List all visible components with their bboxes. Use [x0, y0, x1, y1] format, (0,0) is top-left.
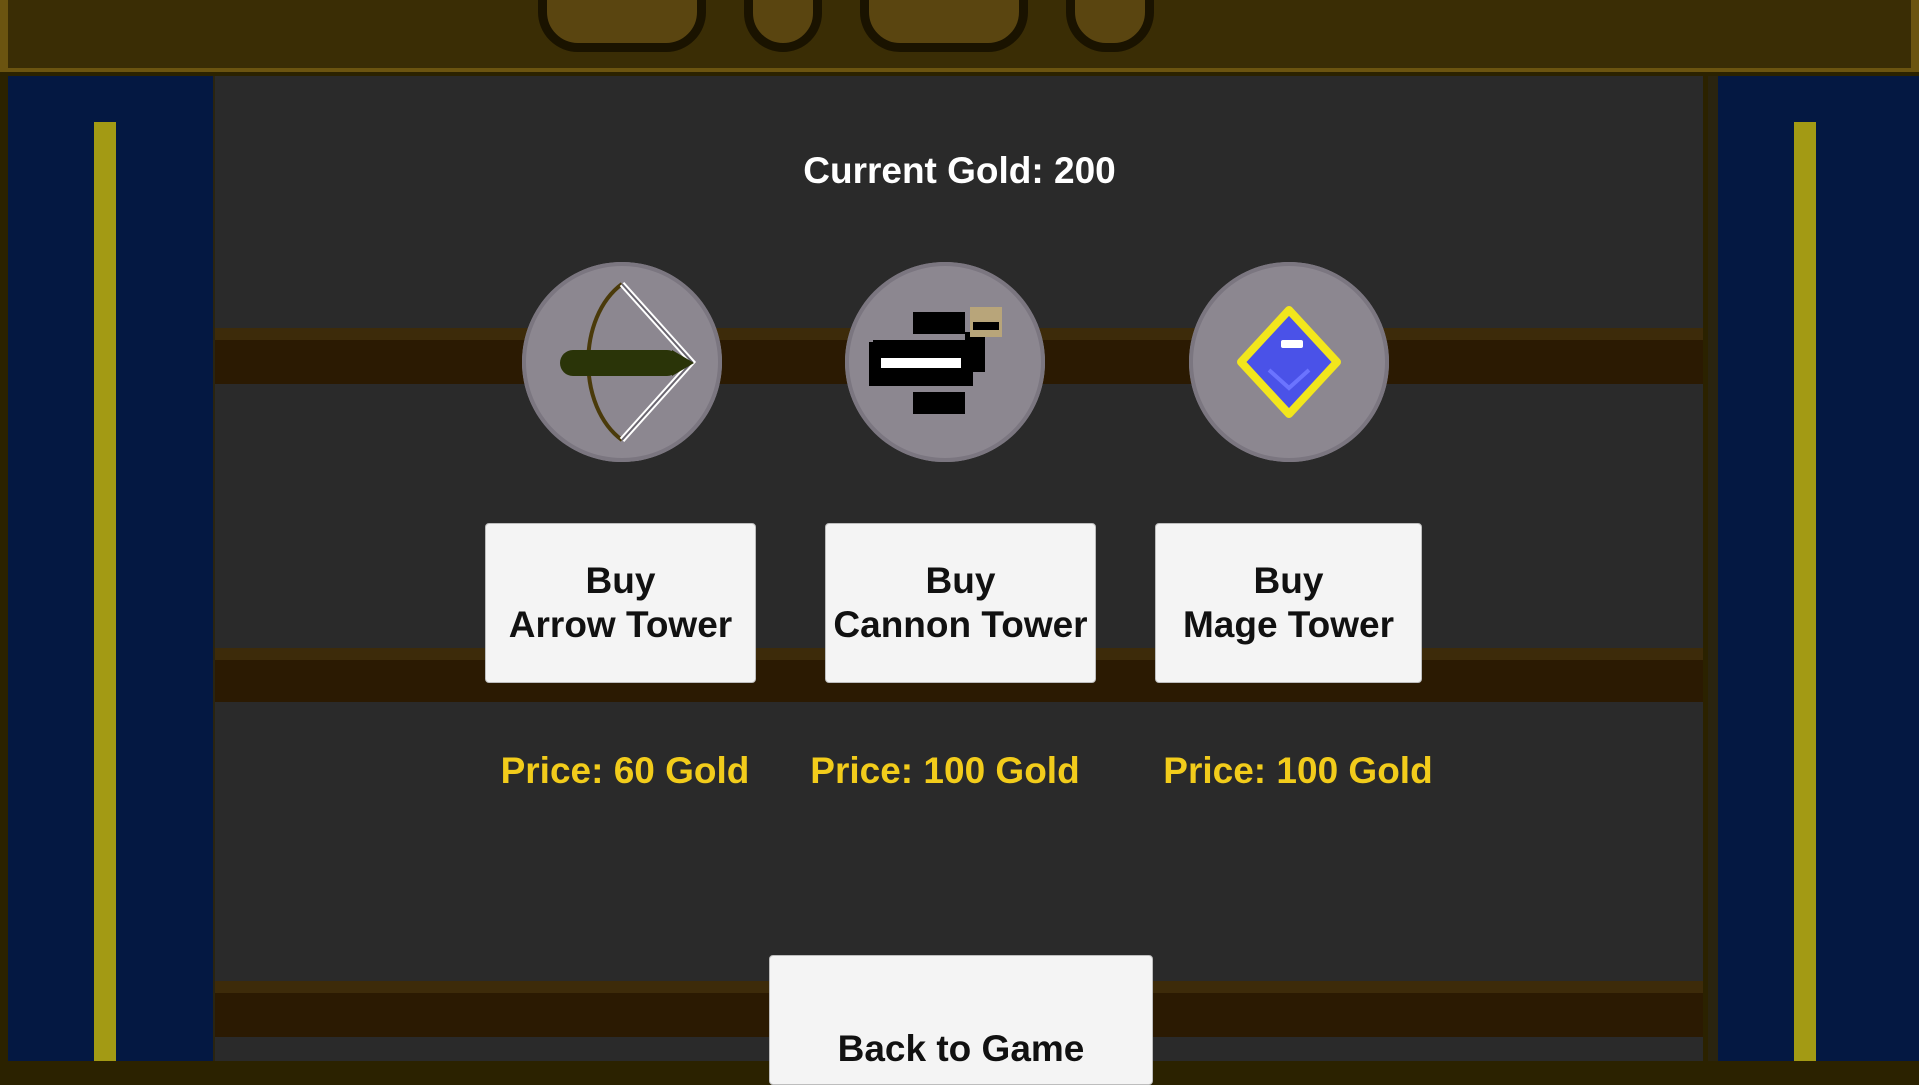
shop-title-letters: [538, 0, 1298, 52]
blue-gem-icon: [1189, 262, 1389, 462]
left-banner-pole: [94, 122, 116, 1061]
bow-arrow-icon: [522, 262, 722, 462]
buy-arrow-tower-button[interactable]: Buy Arrow Tower: [485, 523, 756, 683]
buy-mage-tower-button[interactable]: Buy Mage Tower: [1155, 523, 1422, 683]
back-to-game-button[interactable]: Back to Game: [769, 955, 1153, 1085]
buy-cannon-tower-button[interactable]: Buy Cannon Tower: [825, 523, 1096, 683]
cannon-tower-price: Price: 100 Gold: [810, 750, 1080, 791]
right-banner-pole: [1794, 122, 1816, 1061]
shop-title-banner: [0, 0, 1919, 72]
mage-tower-price: Price: 100 Gold: [1163, 750, 1433, 791]
current-gold-label: Current Gold: 200: [803, 150, 1116, 191]
cannon-icon: [845, 262, 1045, 462]
arrow-tower-price: Price: 60 Gold: [500, 750, 750, 791]
